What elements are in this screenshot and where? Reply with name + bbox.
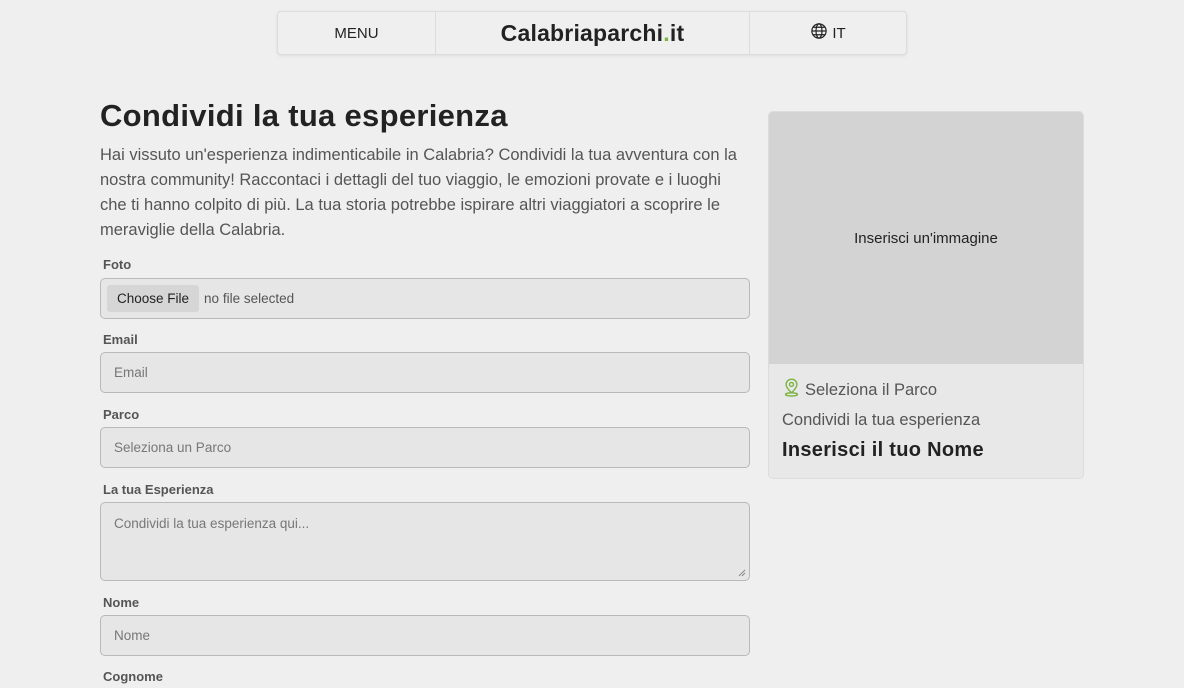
- logo-tld: it: [669, 19, 685, 46]
- preview-name: Inserisci il tuo Nome: [782, 439, 984, 461]
- choose-file-button[interactable]: Choose File: [107, 285, 200, 312]
- name-placeholder: Nome: [114, 628, 151, 643]
- name-field[interactable]: Nome: [100, 615, 750, 656]
- experience-textarea[interactable]: Condividi la tua esperienza qui...: [100, 502, 750, 581]
- file-status: no file selected: [204, 291, 295, 306]
- email-field[interactable]: Email: [100, 352, 750, 393]
- globe-icon: [810, 22, 828, 44]
- menu-button[interactable]: MENU: [278, 12, 436, 54]
- map-pin-icon: [783, 378, 800, 402]
- nome-label: Nome: [103, 595, 140, 610]
- resize-grip-icon[interactable]: [738, 569, 746, 577]
- preview-park: Seleziona il Parco: [783, 378, 937, 402]
- logo-dot: .: [663, 19, 670, 46]
- page-title: Condividi la tua esperienza: [100, 98, 508, 133]
- intro-text: Hai vissuto un'esperienza indimenticabil…: [100, 146, 737, 239]
- preview-card: Inserisci un'immagine Seleziona il Parco…: [768, 111, 1084, 479]
- top-navbar: MENU Calabriaparchi. it IT: [277, 11, 907, 55]
- parco-label: Parco: [103, 407, 140, 422]
- logo-main: Calabriaparchi: [500, 19, 664, 46]
- language-selector[interactable]: IT: [750, 12, 906, 54]
- cognome-label: Cognome: [103, 669, 163, 684]
- menu-label: MENU: [334, 24, 379, 42]
- email-label: Email: [103, 332, 138, 347]
- park-select[interactable]: Seleziona un Parco: [100, 427, 750, 468]
- esperienza-label: La tua Esperienza: [103, 482, 214, 497]
- language-label: IT: [832, 24, 846, 42]
- image-prompt: Inserisci un'immagine: [854, 229, 998, 247]
- email-placeholder: Email: [114, 365, 148, 380]
- preview-experience: Condividi la tua esperienza: [782, 411, 981, 429]
- preview-park-text: Seleziona il Parco: [805, 380, 938, 399]
- site-logo[interactable]: Calabriaparchi. it: [436, 12, 750, 54]
- foto-label: Foto: [103, 257, 132, 272]
- photo-file-input[interactable]: Choose File no file selected: [100, 278, 750, 319]
- park-placeholder: Seleziona un Parco: [114, 440, 232, 455]
- experience-placeholder: Condividi la tua esperienza qui...: [114, 516, 310, 531]
- image-placeholder[interactable]: Inserisci un'immagine: [769, 112, 1083, 364]
